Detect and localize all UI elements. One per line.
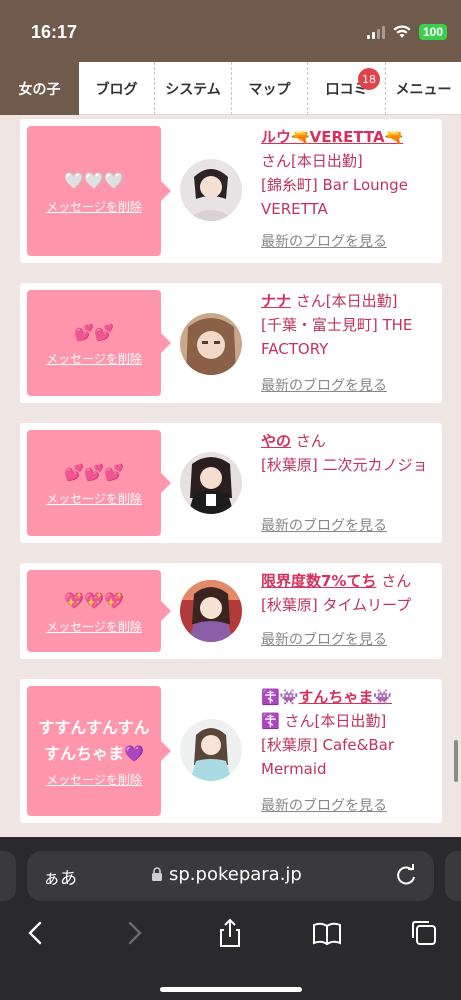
avatar[interactable]: [180, 313, 242, 375]
chevron-left-icon[interactable]: [20, 917, 52, 949]
tab-menu[interactable]: メニュー: [386, 62, 461, 115]
tab-label: ブログ: [95, 81, 138, 98]
message-text: 💕💕💕: [64, 462, 124, 482]
tab-label: システム: [165, 81, 221, 98]
reviews-count-badge: 18: [358, 68, 380, 90]
tab-blog[interactable]: ブログ: [79, 62, 155, 115]
status-time: 16:17: [31, 22, 78, 42]
shop-info: [秋葉原] 二次元カノジョ: [261, 456, 428, 474]
message-bubble: 💕💕 メッセージを削除: [27, 290, 171, 396]
delete-message-link[interactable]: メッセージを削除: [46, 771, 142, 788]
shop-info: [秋葉原] Cafe&Bar Mermaid: [261, 736, 394, 778]
message-text: すすんすんすんすんちゃま💜: [38, 717, 150, 763]
browser-toolbar: ぁあ sp.pokepara.jp: [0, 837, 461, 1000]
avatar[interactable]: [180, 719, 242, 781]
wifi-icon: [393, 25, 411, 38]
girl-status: さん[本日出勤]: [295, 292, 398, 310]
battery-indicator: 100: [418, 24, 447, 40]
girl-info: ナナ さん[本日出勤] [千葉・富士見町] THE FACTORY: [261, 289, 437, 361]
home-indicator: [160, 987, 302, 992]
avatar[interactable]: [180, 580, 242, 642]
delete-message-link[interactable]: メッセージを削除: [46, 490, 142, 507]
category-tab-bar: 女の子 ブログ システム マップ 口コミ 18 メニュー: [0, 62, 461, 115]
chevron-right-icon[interactable]: [118, 917, 150, 949]
name-tag-emoji: ☦️: [261, 712, 280, 730]
girl-card: 💕💕 メッセージを削除 ナナ さん[本日出勤] [千葉・富士見町] THE FA…: [20, 283, 442, 403]
shop-info: [秋葉原] タイムリープ: [261, 596, 412, 614]
avatar[interactable]: [180, 452, 242, 514]
page-scrollbar[interactable]: [454, 740, 458, 782]
cellular-signal-icon: [366, 25, 385, 39]
url-display[interactable]: sp.pokepara.jp: [151, 864, 302, 885]
message-bubble: 🤍🤍🤍 メッセージを削除: [27, 126, 171, 256]
latest-blog-link[interactable]: 最新のブログを見る: [261, 795, 387, 815]
girl-info: 限界度数7%てち さん [秋葉原] タイムリープ: [261, 569, 437, 617]
girl-info: ☦️👾すんちゃま👾 ☦️ さん[本日出勤] [秋葉原] Cafe&Bar Mer…: [261, 685, 437, 781]
message-bubble: 💖💖💖 メッセージを削除: [27, 570, 171, 652]
girl-card: 💖💖💖 メッセージを削除 限界度数7%てち さん [秋葉原] タイムリープ 最新…: [20, 563, 442, 659]
girl-name-link[interactable]: すんちゃま👾: [298, 688, 392, 706]
message-bubble: 💕💕💕 メッセージを削除: [27, 430, 171, 536]
girl-info: やの さん [秋葉原] 二次元カノジョ: [261, 429, 437, 477]
tab-girls[interactable]: 女の子: [0, 62, 79, 115]
tab-reviews[interactable]: 口コミ 18: [308, 62, 386, 115]
latest-blog-link[interactable]: 最新のブログを見る: [261, 629, 387, 649]
address-bar[interactable]: ぁあ sp.pokepara.jp: [27, 851, 434, 901]
url-text: sp.pokepara.jp: [169, 864, 302, 885]
delete-message-link[interactable]: メッセージを削除: [46, 198, 142, 215]
latest-blog-link[interactable]: 最新のブログを見る: [261, 515, 387, 535]
status-indicators: 100: [366, 24, 447, 40]
message-list: 🤍🤍🤍 メッセージを削除 ルウ🔫VERETTA🔫 さん[本日出勤] [錦糸町] …: [0, 115, 461, 837]
reload-icon[interactable]: [392, 861, 420, 889]
delete-message-link[interactable]: メッセージを削除: [46, 350, 142, 367]
girl-name-link[interactable]: 限界度数7%てち: [261, 572, 376, 590]
status-bar: 16:17 100: [0, 0, 461, 62]
shop-info: [千葉・富士見町] THE FACTORY: [261, 316, 413, 358]
message-text: 🤍🤍🤍: [64, 170, 124, 190]
tab-map[interactable]: マップ: [232, 62, 308, 115]
name-prefix-emoji: ☦️👾: [261, 688, 299, 706]
girl-status: さん[本日出勤]: [284, 712, 387, 730]
share-icon[interactable]: [214, 917, 246, 949]
tabs-icon[interactable]: [408, 917, 440, 949]
girl-name-link[interactable]: ナナ: [261, 292, 291, 310]
tab-label: 女の子: [18, 81, 61, 98]
message-text: 💕💕: [74, 322, 114, 342]
tab-system[interactable]: システム: [155, 62, 232, 115]
message-bubble: すすんすんすんすんちゃま💜 メッセージを削除: [27, 686, 171, 816]
shop-info: [錦糸町] Bar Lounge VERETTA: [261, 176, 408, 218]
book-icon[interactable]: [311, 917, 343, 949]
girl-status: さん[本日出勤]: [261, 152, 363, 170]
girl-status: さん: [295, 432, 326, 450]
message-text: 💖💖💖: [64, 590, 124, 610]
next-tab-preview[interactable]: [445, 851, 461, 901]
tab-label: メニュー: [395, 81, 452, 98]
girl-card: 🤍🤍🤍 メッセージを削除 ルウ🔫VERETTA🔫 さん[本日出勤] [錦糸町] …: [20, 119, 442, 263]
tab-label: マップ: [248, 81, 291, 98]
girl-name-link[interactable]: ルウ🔫VERETTA🔫: [261, 128, 403, 146]
girl-status: さん: [381, 572, 412, 590]
girl-card: すすんすんすんすんちゃま💜 メッセージを削除 ☦️👾すんちゃま👾 ☦️ さん[本…: [20, 679, 442, 823]
girl-info: ルウ🔫VERETTA🔫 さん[本日出勤] [錦糸町] Bar Lounge VE…: [261, 125, 437, 221]
previous-tab-preview[interactable]: [0, 851, 16, 901]
avatar[interactable]: [180, 159, 242, 221]
page-settings-button[interactable]: ぁあ: [43, 864, 77, 889]
girl-name-link[interactable]: やの: [261, 432, 291, 450]
latest-blog-link[interactable]: 最新のブログを見る: [261, 375, 387, 395]
girl-card: 💕💕💕 メッセージを削除 やの さん [秋葉原] 二次元カノジョ 最新のブログを…: [20, 423, 442, 543]
lock-icon: [152, 867, 162, 881]
latest-blog-link[interactable]: 最新のブログを見る: [261, 231, 387, 251]
delete-message-link[interactable]: メッセージを削除: [46, 618, 142, 635]
